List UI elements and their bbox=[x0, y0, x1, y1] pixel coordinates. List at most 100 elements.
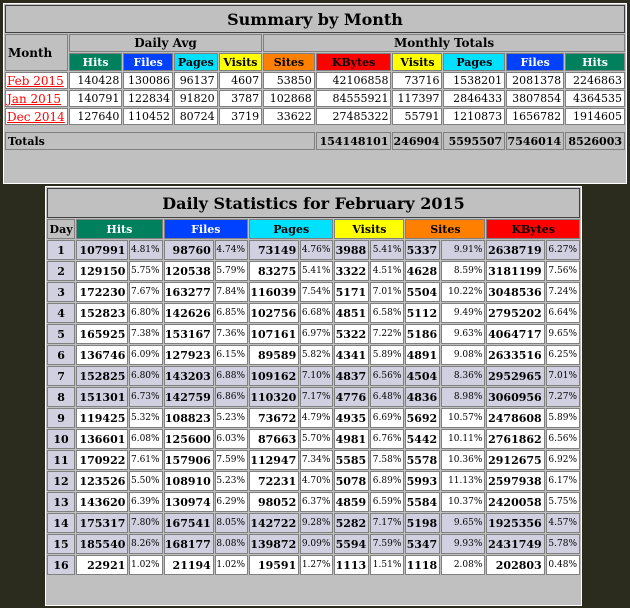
daily-visits-cell: 4981 bbox=[334, 429, 370, 449]
daily-hits-pct-cell: 6.73% bbox=[129, 387, 163, 407]
daily-row: 13 143620 6.39% 130974 6.29% 98052 6.37% 4859 6.… bbox=[47, 492, 580, 512]
daily-kbytes-pct-cell: 6.92% bbox=[545, 450, 580, 470]
daily-row: 1 107991 4.81% 98760 4.74% 73149 4.76% 3988 5.41… bbox=[47, 240, 580, 260]
daily-sites-cell: 1118 bbox=[405, 555, 441, 575]
totals-pages: 5595507 bbox=[443, 132, 506, 150]
day-number: 11 bbox=[47, 450, 76, 470]
daily-files-pct-cell: 6.29% bbox=[214, 492, 248, 512]
daily-sites-pct-cell: 10.11% bbox=[441, 429, 486, 449]
daily-pages-pct-cell: 4.70% bbox=[300, 471, 334, 491]
daily-kbytes-cell: 4064717 bbox=[486, 324, 545, 344]
month-link[interactable]: Dec 2014 bbox=[7, 110, 65, 124]
daily-hits-cell: 136746 bbox=[76, 345, 129, 365]
daily-kbytes-cell: 2420058 bbox=[486, 492, 545, 512]
daily-hits-pct-cell: 6.39% bbox=[129, 492, 163, 512]
daily-sites-cell: 5112 bbox=[405, 303, 441, 323]
daily-sites-cell: 5337 bbox=[405, 240, 441, 260]
summary-pages-cell: 2846433 bbox=[443, 90, 506, 107]
daily-pages-cell: 116039 bbox=[249, 282, 300, 302]
daily-pages-cell: 102756 bbox=[249, 303, 300, 323]
daily-visits-pct-cell: 6.69% bbox=[370, 408, 405, 428]
summary-title: Summary by Month bbox=[5, 5, 625, 33]
daily-files-pct-cell: 8.08% bbox=[214, 534, 248, 554]
monthly-files-header: Files bbox=[506, 53, 565, 71]
totals-visits: 246904 bbox=[392, 132, 443, 150]
day-number: 15 bbox=[47, 534, 76, 554]
daily-pages-pct-cell: 5.41% bbox=[300, 261, 334, 281]
daily-files-cell: 108910 bbox=[163, 471, 214, 491]
daily-kbytes-cell: 2795202 bbox=[486, 303, 545, 323]
summary-visits-cell: 117397 bbox=[392, 90, 443, 107]
daily-files-pct-cell: 6.15% bbox=[214, 345, 248, 365]
daily-visits-cell: 5078 bbox=[334, 471, 370, 491]
daily-pages-pct-cell: 7.10% bbox=[300, 366, 334, 386]
daily-pages-pct-cell: 9.09% bbox=[300, 534, 334, 554]
summary-hits-cell: 1914605 bbox=[565, 108, 625, 125]
daily-avg-visits-header: Visits bbox=[218, 53, 263, 71]
daily-row: 8 151301 6.73% 142759 6.86% 110320 7.17% 4776 6.… bbox=[47, 387, 580, 407]
month-link[interactable]: Jan 2015 bbox=[7, 92, 61, 106]
daily-hits-pct-cell: 4.81% bbox=[129, 240, 163, 260]
daily-kbytes-cell: 202803 bbox=[486, 555, 545, 575]
daily-row: 15 185540 8.26% 168177 8.08% 139872 9.09% 5594 7… bbox=[47, 534, 580, 554]
daily-kbytes-cell: 2912675 bbox=[486, 450, 545, 470]
daily-pages-pct-cell: 4.76% bbox=[300, 240, 334, 260]
daily-pages-cell: 98052 bbox=[249, 492, 300, 512]
summary-hits-cell: 2246863 bbox=[565, 72, 625, 89]
daily-visits-cell: 5594 bbox=[334, 534, 370, 554]
daily-hits-cell: 151301 bbox=[76, 387, 129, 407]
daily-sites-cell: 5993 bbox=[405, 471, 441, 491]
month-cell: Jan 2015 bbox=[5, 90, 68, 107]
summary-avg-files-cell: 130086 bbox=[123, 72, 174, 89]
daily-sites-cell: 5578 bbox=[405, 450, 441, 470]
daily-hits-cell: 136601 bbox=[76, 429, 129, 449]
summary-avg-hits-cell: 140428 bbox=[68, 72, 123, 89]
daily-sites-pct-cell: 9.49% bbox=[441, 303, 486, 323]
daily-kbytes-cell: 2638719 bbox=[486, 240, 545, 260]
month-link[interactable]: Feb 2015 bbox=[7, 74, 64, 88]
summary-avg-pages-cell: 96137 bbox=[174, 72, 218, 89]
totals-row: Totals 154148101 246904 5595507 7546014 … bbox=[5, 132, 625, 150]
daily-files-pct-cell: 7.84% bbox=[214, 282, 248, 302]
summary-sites-cell: 53850 bbox=[263, 72, 315, 89]
daily-kbytes-pct-cell: 7.01% bbox=[545, 366, 580, 386]
summary-avg-hits-cell: 127640 bbox=[68, 108, 123, 125]
daily-hits-cell: 165925 bbox=[76, 324, 129, 344]
daily-sites-cell: 5186 bbox=[405, 324, 441, 344]
monthly-sites-header: Sites bbox=[263, 53, 315, 71]
summary-kbytes-cell: 42106858 bbox=[315, 72, 392, 89]
summary-by-month-panel: Summary by Month Month Daily Avg Monthly… bbox=[3, 3, 627, 184]
daily-hits-cell: 175317 bbox=[76, 513, 129, 533]
daily-hits-pct-cell: 5.32% bbox=[129, 408, 163, 428]
daily-files-cell: 21194 bbox=[163, 555, 214, 575]
daily-hits-cell: 123526 bbox=[76, 471, 129, 491]
daily-hits-pct-cell: 6.09% bbox=[129, 345, 163, 365]
daily-sites-pct-cell: 10.22% bbox=[441, 282, 486, 302]
daily-hits-pct-cell: 5.75% bbox=[129, 261, 163, 281]
day-number: 1 bbox=[47, 240, 76, 260]
daily-visits-cell: 4859 bbox=[334, 492, 370, 512]
monthly-kbytes-header: KBytes bbox=[315, 53, 392, 71]
daily-sites-pct-cell: 9.08% bbox=[441, 345, 486, 365]
daily-hits-pct-cell: 7.67% bbox=[129, 282, 163, 302]
daily-hits-cell: 107991 bbox=[76, 240, 129, 260]
daily-pages-cell: 87663 bbox=[249, 429, 300, 449]
daily-files-pct-cell: 7.36% bbox=[214, 324, 248, 344]
daily-kbytes-cell: 2761862 bbox=[486, 429, 545, 449]
daily-sites-cell: 5584 bbox=[405, 492, 441, 512]
daily-visits-pct-cell: 7.59% bbox=[370, 534, 405, 554]
daily-pages-pct-cell: 6.97% bbox=[300, 324, 334, 344]
daily-files-cell: 168177 bbox=[163, 534, 214, 554]
summary-pages-cell: 1210873 bbox=[443, 108, 506, 125]
daily-kbytes-cell: 2431749 bbox=[486, 534, 545, 554]
daily-files-cell: 143203 bbox=[163, 366, 214, 386]
daily-hits-pct-cell: 7.80% bbox=[129, 513, 163, 533]
daily-row: 4 152823 6.80% 142626 6.85% 102756 6.68% 4851 6.… bbox=[47, 303, 580, 323]
daily-sites-pct-cell: 10.36% bbox=[441, 450, 486, 470]
daily-sites-cell: 4628 bbox=[405, 261, 441, 281]
day-number: 14 bbox=[47, 513, 76, 533]
daily-files-pct-cell: 6.86% bbox=[214, 387, 248, 407]
daily-kbytes-cell: 2633516 bbox=[486, 345, 545, 365]
daily-kbytes-pct-cell: 5.89% bbox=[545, 408, 580, 428]
daily-sites-pct-cell: 9.65% bbox=[441, 513, 486, 533]
